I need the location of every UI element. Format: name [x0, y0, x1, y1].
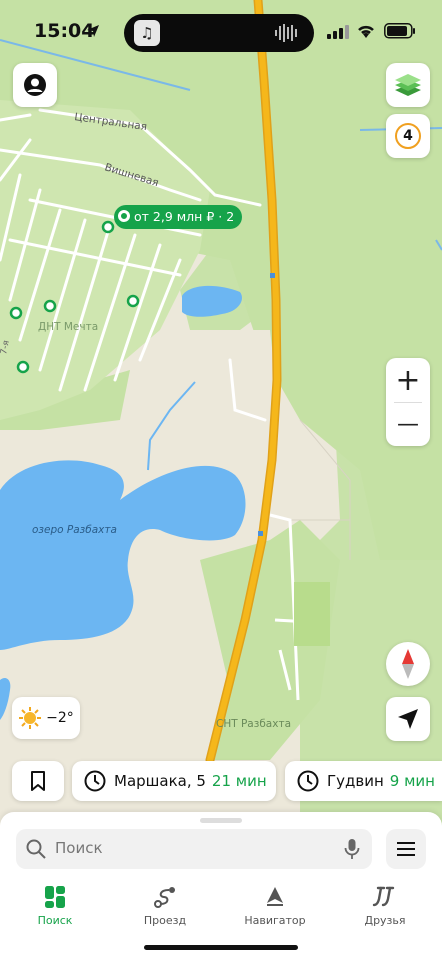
route-chip-marshaka[interactable]: Маршака, 5 21 мин: [72, 761, 276, 801]
cellular-signal-icon: [327, 25, 349, 39]
navigation-arrow-icon: [398, 709, 418, 729]
tab-friends[interactable]: Друзья: [330, 878, 440, 927]
clock-icon: [84, 770, 106, 792]
tab-label: Проезд: [143, 914, 187, 927]
bookmark-icon: [31, 771, 45, 791]
route-time: 9 мин: [389, 772, 435, 790]
route-icon: [154, 887, 175, 908]
compass-icon: [402, 649, 414, 679]
tab-label: Навигатор: [244, 914, 306, 927]
music-app-icon: ♫: [134, 20, 160, 46]
navigator-icon: [267, 887, 283, 906]
search-input[interactable]: Поиск: [16, 829, 372, 869]
tab-label: Друзья: [364, 914, 406, 927]
my-location-button[interactable]: [386, 697, 430, 741]
place-label-dnt: ДНТ Мечта: [38, 321, 98, 333]
layers-icon: [395, 74, 421, 96]
tab-label: Поиск: [37, 914, 73, 927]
dynamic-island: ♫: [124, 14, 314, 52]
place-label-lake: озеро Разбахта: [32, 524, 117, 536]
route-place: Гудвин: [327, 772, 384, 790]
status-bar: 15:04 ♫: [0, 0, 442, 64]
tab-search[interactable]: Поиск: [0, 878, 110, 927]
search-tab-icon: [45, 886, 65, 908]
friends-icon: [372, 886, 395, 907]
search-placeholder: Поиск: [55, 839, 103, 857]
route-chip-gudvin[interactable]: Гудвин 9 мин: [285, 761, 442, 801]
price-marker[interactable]: от 2,9 млн ₽ · 2: [114, 205, 243, 229]
hamburger-menu-icon: [397, 842, 415, 856]
route-place: Маршака, 5: [114, 772, 206, 790]
audio-wave-icon: [275, 24, 297, 42]
search-icon: [26, 839, 46, 859]
tab-navigator[interactable]: Навигатор: [220, 878, 330, 927]
bookmarks-button[interactable]: [12, 761, 64, 801]
sun-icon: [19, 707, 42, 729]
home-indicator: [144, 945, 298, 950]
wifi-icon: [358, 25, 374, 38]
zoom-in-button[interactable]: +: [386, 358, 430, 402]
zoom-divider: [394, 402, 422, 403]
tab-bar: Поиск Проезд Навигатор Друзья: [0, 878, 442, 938]
user-icon: [24, 74, 46, 96]
zoom-out-button[interactable]: —: [386, 402, 430, 446]
clock-icon: [297, 770, 319, 792]
layers-count-button[interactable]: 4: [386, 114, 430, 158]
location-arrow-icon: [87, 25, 99, 37]
sheet-handle[interactable]: [200, 818, 242, 823]
microphone-icon[interactable]: [344, 838, 360, 860]
place-label-snt: СНТ Разбахта: [216, 718, 291, 730]
tab-route[interactable]: Проезд: [110, 878, 220, 927]
weather-temp: −2°: [46, 710, 74, 726]
layers-button[interactable]: [386, 63, 430, 107]
route-time: 21 мин: [211, 772, 267, 790]
compass-button[interactable]: [386, 642, 430, 686]
layers-count-badge: 4: [395, 123, 421, 149]
zoom-control: + —: [386, 358, 430, 446]
weather-widget[interactable]: −2°: [12, 697, 80, 739]
profile-button[interactable]: [13, 63, 57, 107]
battery-icon: [384, 23, 415, 39]
menu-button[interactable]: [386, 829, 426, 869]
